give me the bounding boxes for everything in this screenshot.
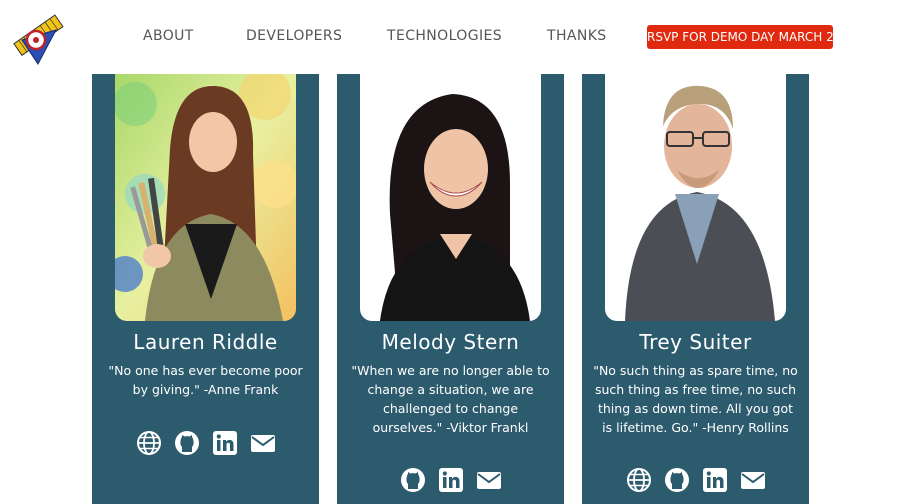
linkedin-icon[interactable] xyxy=(702,467,728,493)
developer-card-melody: Melody Stern "When we are no longer able… xyxy=(337,74,564,504)
developer-name: Melody Stern xyxy=(381,330,520,354)
email-icon[interactable] xyxy=(250,430,276,456)
social-links xyxy=(92,430,319,456)
developer-name: Lauren Riddle xyxy=(133,330,278,354)
linkedin-icon[interactable] xyxy=(438,467,464,493)
globe-icon[interactable] xyxy=(626,467,652,493)
nav-technologies-link[interactable]: TECHNOLOGIES xyxy=(387,28,502,44)
email-icon[interactable] xyxy=(740,467,766,493)
nav-about-link[interactable]: ABOUT xyxy=(143,28,194,44)
social-links xyxy=(337,467,564,493)
developer-name: Trey Suiter xyxy=(639,330,752,354)
github-icon[interactable] xyxy=(400,467,426,493)
developer-card-trey: Trey Suiter "No such thing as spare time… xyxy=(582,74,809,504)
github-icon[interactable] xyxy=(664,467,690,493)
developer-photo xyxy=(605,74,786,321)
developer-quote: "No such thing as spare time, no such th… xyxy=(593,363,798,435)
globe-icon[interactable] xyxy=(136,430,162,456)
rsvp-button[interactable]: RSVP FOR DEMO DAY MARCH 27 xyxy=(647,25,841,49)
developer-photo xyxy=(115,74,296,321)
developer-photo xyxy=(360,74,541,321)
linkedin-icon[interactable] xyxy=(212,430,238,456)
github-icon[interactable] xyxy=(174,430,200,456)
nav-thanks-link[interactable]: THANKS xyxy=(547,28,607,44)
developer-quote: "When we are no longer able to change a … xyxy=(351,363,550,435)
developer-card-lauren: Lauren Riddle "No one has ever become po… xyxy=(92,74,319,504)
developer-quote: "No one has ever become poor by giving."… xyxy=(108,363,303,397)
social-links xyxy=(582,467,809,493)
email-icon[interactable] xyxy=(476,467,502,493)
mission-patch-logo[interactable] xyxy=(12,6,66,66)
top-navbar: ABOUT DEVELOPERS TECHNOLOGIES THANKS RSV… xyxy=(0,0,900,74)
nav-developers-link[interactable]: DEVELOPERS xyxy=(246,28,342,44)
